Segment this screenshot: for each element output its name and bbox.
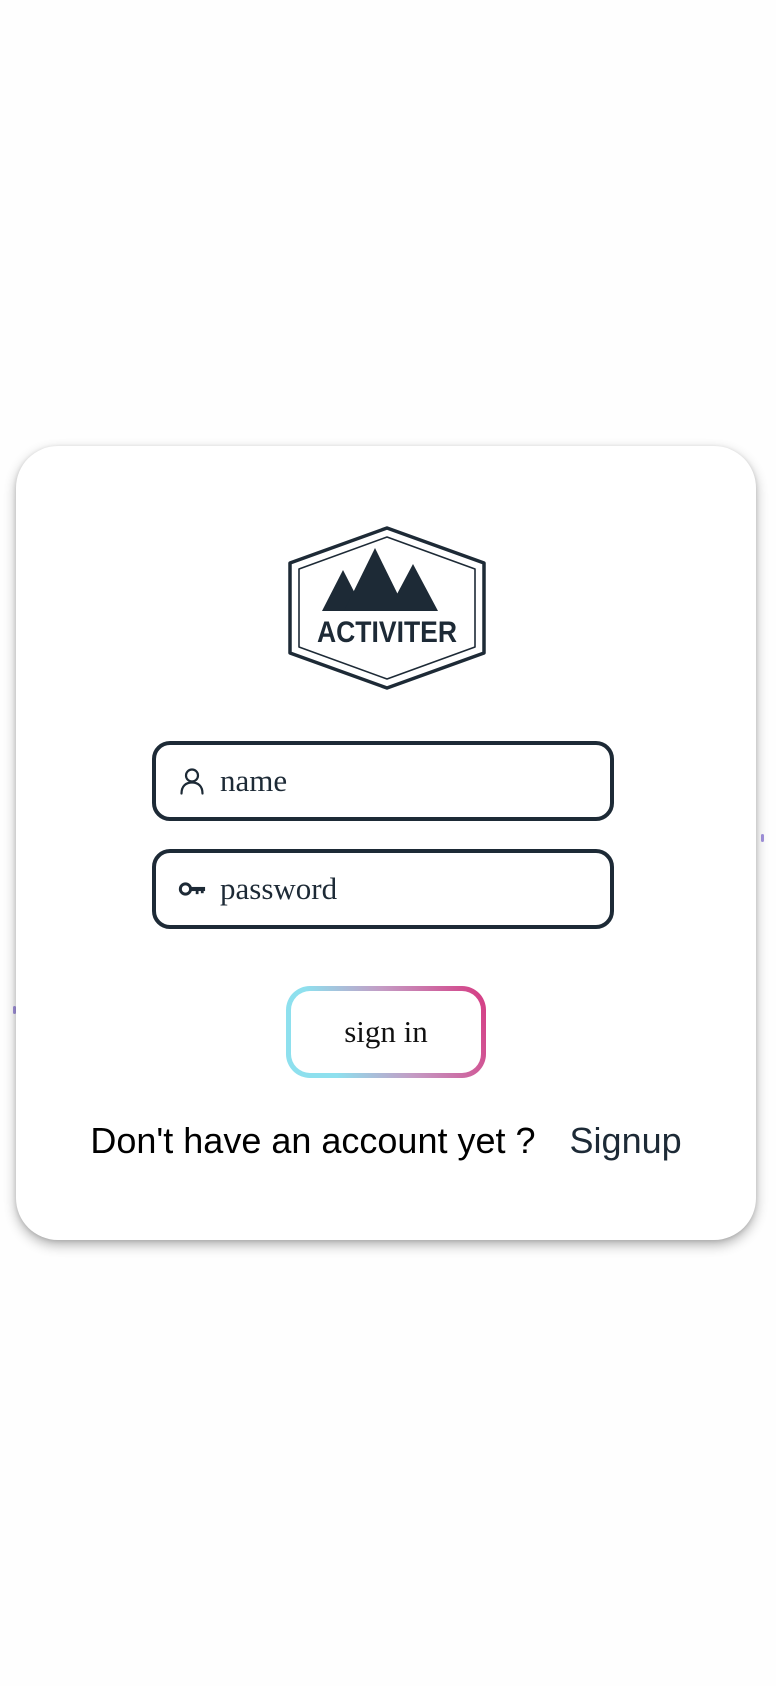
signin-button[interactable]: sign in: [291, 991, 481, 1073]
signup-link[interactable]: Signup: [570, 1120, 682, 1161]
logo-wordmark: ACTIVITER: [317, 616, 457, 649]
user-icon: [178, 767, 206, 795]
key-icon: [178, 875, 206, 903]
name-input[interactable]: [220, 763, 594, 799]
signin-button-border: sign in: [286, 986, 486, 1078]
password-field[interactable]: [152, 849, 614, 929]
password-input[interactable]: [220, 871, 594, 907]
activiter-logo: ACTIVITER: [288, 526, 486, 690]
decorative-dot: [761, 834, 764, 842]
name-field[interactable]: [152, 741, 614, 821]
signup-prompt: Don't have an account yet ?: [90, 1120, 536, 1161]
signup-row: Don't have an account yet ? Signup: [16, 1116, 756, 1166]
login-card: ACTIVITER sign in Don't have an account …: [16, 446, 756, 1240]
